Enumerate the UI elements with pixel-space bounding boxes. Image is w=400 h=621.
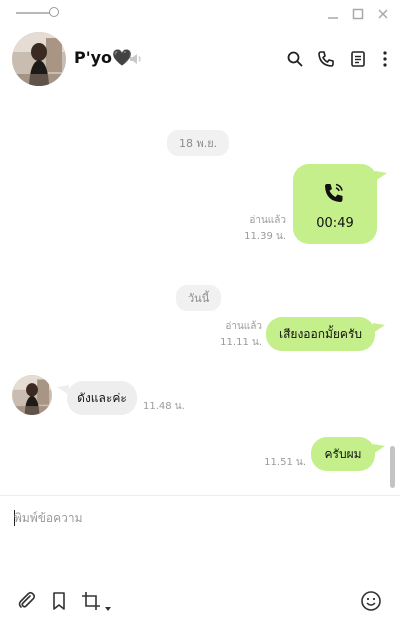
scrollbar-thumb[interactable] bbox=[390, 446, 395, 488]
voice-call-bubble[interactable]: 00:49 bbox=[293, 164, 377, 244]
contact-avatar-small[interactable] bbox=[12, 375, 52, 415]
message-time: 11.51 น. bbox=[264, 457, 306, 468]
message-time: 11.48 น. bbox=[143, 401, 185, 412]
close-icon[interactable] bbox=[373, 4, 393, 24]
read-receipt: อ่านแล้ว bbox=[225, 321, 262, 332]
bookmark-icon[interactable] bbox=[48, 590, 70, 612]
search-icon[interactable] bbox=[284, 48, 306, 70]
chevron-down-icon[interactable] bbox=[104, 598, 112, 611]
message-input[interactable]: พิมพ์ข้อความ bbox=[14, 509, 384, 529]
title-bar bbox=[0, 0, 400, 28]
more-options-icon[interactable] bbox=[374, 48, 396, 70]
minimize-icon[interactable] bbox=[323, 4, 343, 24]
composer-divider bbox=[0, 495, 400, 496]
emoji-icon[interactable] bbox=[360, 590, 382, 612]
notes-icon[interactable] bbox=[347, 48, 369, 70]
attachment-icon[interactable] bbox=[16, 590, 38, 612]
message-bubble-incoming[interactable]: ดังและค่ะ bbox=[67, 381, 137, 415]
speaker-icon bbox=[128, 51, 144, 67]
contact-name[interactable]: P'yo🖤 bbox=[74, 48, 132, 67]
read-receipt: อ่านแล้ว bbox=[249, 215, 286, 226]
message-bubble-outgoing[interactable]: เสียงออกมั้ยครับ bbox=[266, 317, 375, 351]
date-separator: วันนี้ bbox=[176, 285, 222, 311]
maximize-icon[interactable] bbox=[348, 4, 368, 24]
phone-icon[interactable] bbox=[315, 48, 337, 70]
opacity-slider-track[interactable] bbox=[16, 12, 52, 14]
date-separator: 18 พ.ย. bbox=[167, 130, 230, 156]
contact-avatar[interactable] bbox=[12, 32, 66, 86]
crop-icon[interactable] bbox=[80, 590, 102, 612]
call-duration: 00:49 bbox=[316, 216, 354, 231]
message-time: 11.11 น. bbox=[220, 337, 262, 348]
call-icon bbox=[321, 180, 347, 206]
message-meta: อ่านแล้ว 11.11 น. bbox=[196, 319, 262, 351]
opacity-slider-knob[interactable] bbox=[49, 7, 59, 17]
message-bubble-outgoing[interactable]: ครับผม bbox=[311, 437, 375, 471]
message-time: 11.39 น. bbox=[244, 231, 286, 242]
call-meta: อ่านแล้ว 11.39 น. bbox=[220, 213, 286, 245]
